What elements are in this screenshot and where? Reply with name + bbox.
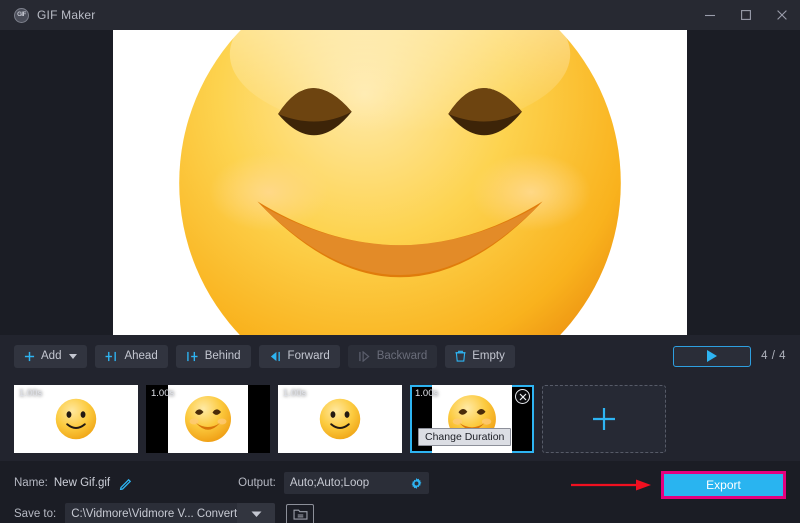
frame-duration-3: 1.00s <box>283 388 306 399</box>
gif-maker-window: GIF GIF Maker <box>0 0 800 523</box>
frame-counter: 4 / 4 <box>761 350 786 362</box>
gif-logo-icon: GIF <box>14 8 29 23</box>
output-settings-field[interactable]: Auto;Auto;Loop <box>284 472 429 494</box>
frame-thumbnail-2[interactable]: 1.00s <box>146 385 270 453</box>
chevron-down-icon[interactable] <box>69 354 77 359</box>
pencil-icon[interactable] <box>119 476 133 490</box>
insert-ahead-icon <box>105 351 118 362</box>
folder-icon <box>293 508 308 520</box>
ahead-button[interactable]: Ahead <box>95 345 167 368</box>
bottom-bar: Name: New Gif.gif Output: Auto;Auto;Loop… <box>0 461 800 523</box>
saveto-row: Save to: C:\Vidmore\Vidmore V... Convert… <box>14 500 786 523</box>
forward-button-label: Forward <box>288 350 330 362</box>
backward-button-label: Backward <box>377 350 428 362</box>
app-title: GIF Maker <box>37 8 95 22</box>
output-label: Output: <box>238 477 276 489</box>
export-button[interactable]: Export <box>661 471 786 499</box>
gear-icon[interactable] <box>410 477 423 490</box>
play-icon <box>707 350 717 362</box>
insert-behind-icon <box>186 351 199 362</box>
close-circle-icon[interactable] <box>515 389 530 404</box>
move-forward-icon <box>269 351 282 362</box>
window-controls <box>692 0 800 30</box>
name-value: New Gif.gif <box>54 477 110 489</box>
saveto-path-field[interactable]: C:\Vidmore\Vidmore V... Converter\GIF Ma… <box>65 503 237 523</box>
close-icon[interactable] <box>764 0 800 30</box>
name-label: Name: <box>14 477 48 489</box>
move-backward-icon <box>358 351 371 362</box>
behind-button-label: Behind <box>205 350 241 362</box>
change-duration-tooltip: Change Duration <box>418 428 511 446</box>
trash-icon <box>455 350 466 362</box>
preview-area <box>0 30 800 335</box>
title-bar: GIF GIF Maker <box>0 0 800 30</box>
output-group: Output: Auto;Auto;Loop <box>238 472 429 494</box>
frame-toolbar: Add Ahead Behind Forward Backward <box>0 335 800 377</box>
forward-button[interactable]: Forward <box>259 345 340 368</box>
plus-icon <box>591 406 617 432</box>
add-button[interactable]: Add <box>14 345 87 368</box>
title-bar-left: GIF GIF Maker <box>0 8 95 23</box>
minimize-icon[interactable] <box>692 0 728 30</box>
backward-button: Backward <box>348 345 438 368</box>
frame-duration-4: 1.00s <box>415 388 438 399</box>
behind-button[interactable]: Behind <box>176 345 251 368</box>
frame-thumbnail-3[interactable]: 1.00s <box>278 385 402 453</box>
preview-emoji-image <box>170 30 630 335</box>
playback-controls: 4 / 4 <box>673 346 786 367</box>
plus-icon <box>24 351 35 362</box>
red-arrow-icon <box>570 478 652 492</box>
maximize-icon[interactable] <box>728 0 764 30</box>
preview-canvas[interactable] <box>113 30 687 335</box>
frame-duration-2: 1.00s <box>151 388 174 399</box>
add-frame-slot[interactable] <box>542 385 666 453</box>
frame-thumbnail-1[interactable]: 1.00s <box>14 385 138 453</box>
ahead-button-label: Ahead <box>124 350 157 362</box>
empty-button-label: Empty <box>472 350 505 362</box>
export-button-label: Export <box>706 478 741 492</box>
saveto-value: C:\Vidmore\Vidmore V... Converter\GIF Ma… <box>71 508 237 520</box>
frame-strip: 1.00s 1.00s <box>0 377 800 461</box>
frame-duration-1: 1.00s <box>19 388 42 399</box>
frame-thumbnail-4[interactable]: 1.00s Change Duration <box>410 385 534 453</box>
output-value: Auto;Auto;Loop <box>290 477 369 489</box>
saveto-dropdown-button[interactable] <box>237 503 275 523</box>
empty-button[interactable]: Empty <box>445 345 515 368</box>
add-button-label: Add <box>41 350 61 362</box>
chevron-down-icon <box>251 511 262 518</box>
browse-folder-button[interactable] <box>286 504 314 523</box>
play-button[interactable] <box>673 346 751 367</box>
saveto-label: Save to: <box>14 508 56 520</box>
